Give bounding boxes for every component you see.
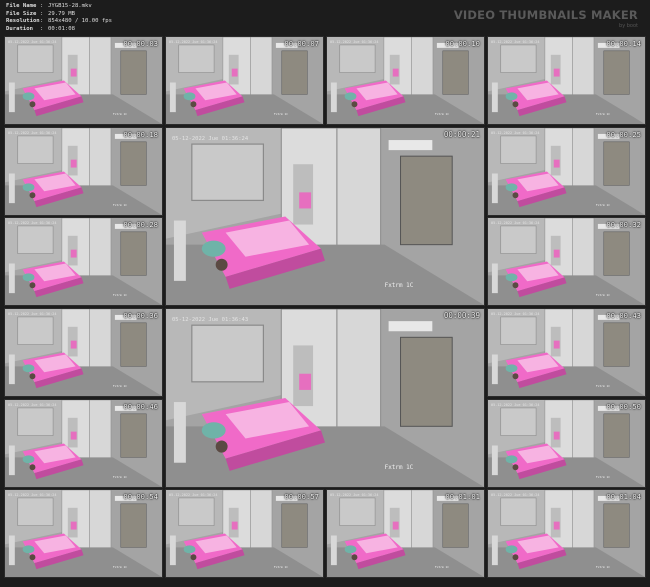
svg-text:Fxtrm 1C: Fxtrm 1C — [596, 112, 610, 116]
thumbnail-timestamp: 00:00:46 — [123, 402, 158, 411]
camera-overlay-time: 05-12-2022 Jue 01:36:24 — [169, 40, 218, 44]
camera-overlay-time: 05-12-2022 Jue 01:36:24 — [491, 40, 540, 44]
thumbnail-timestamp: 00:00:03 — [123, 39, 158, 48]
svg-text:Fxtrm 1C: Fxtrm 1C — [596, 203, 610, 207]
video-thumbnail[interactable]: Fxtrm 1C 05-12-2022 Jue 01:36:24 00:00:21 — [166, 128, 484, 305]
video-thumbnail[interactable]: Fxtrm 1C 05-12-2022 Jue 01:36:24 00:00:43 — [488, 309, 645, 396]
file-info-row: File Name: JYGB15-28.mkv — [6, 3, 92, 9]
camera-overlay-time: 05-12-2022 Jue 01:36:24 — [8, 403, 57, 407]
svg-text:Fxtrm 1C: Fxtrm 1C — [435, 112, 449, 116]
thumbnail-timestamp: 00:00:28 — [123, 220, 158, 229]
thumbnail-timestamp: 00:00:07 — [284, 39, 319, 48]
camera-overlay-time: 05-12-2022 Jue 01:36:24 — [491, 312, 540, 316]
svg-text:Fxtrm 1C: Fxtrm 1C — [113, 203, 127, 207]
thumbnail-timestamp: 00:00:54 — [123, 492, 158, 501]
video-thumbnail[interactable]: Fxtrm 1C 05-12-2022 Jue 01:36:24 00:00:14 — [488, 37, 645, 124]
camera-overlay-time: 05-12-2022 Jue 01:36:24 — [8, 312, 57, 316]
svg-text:Fxtrm 1C: Fxtrm 1C — [274, 112, 288, 116]
file-info-row: Duration:00:01:08 — [6, 25, 75, 32]
video-thumbnail[interactable]: Fxtrm 1C 05-12-2022 Jue 01:36:24 00:01:01 — [327, 490, 484, 577]
svg-text:Fxtrm 1C: Fxtrm 1C — [435, 565, 449, 569]
svg-text:Fxtrm 1C: Fxtrm 1C — [596, 565, 610, 569]
video-thumbnail[interactable]: Fxtrm 1C 05-12-2022 Jue 01:36:24 00:00:28 — [5, 218, 162, 305]
video-thumbnail[interactable]: Fxtrm 1C 05-12-2022 Jue 01:36:24 00:00:18 — [5, 128, 162, 215]
camera-overlay-time: 05-12-2022 Jue 01:36:24 — [8, 493, 57, 497]
svg-text:Fxtrm 1C: Fxtrm 1C — [113, 293, 127, 297]
brand-logo: VIDEO THUMBNAILS MAKER by boot — [454, 8, 638, 29]
thumbnail-timestamp: 00:00:25 — [606, 130, 641, 139]
video-thumbnail[interactable]: Fxtrm 1C 05-12-2022 Jue 01:36:24 00:00:10 — [327, 37, 484, 124]
thumbnail-timestamp: 00:01:04 — [606, 492, 641, 501]
thumbnail-timestamp: 00:00:10 — [445, 39, 480, 48]
svg-text:Fxtrm 1C: Fxtrm 1C — [113, 565, 127, 569]
camera-overlay-time: 05-12-2022 Jue 01:36:24 — [169, 493, 218, 497]
file-info-row: Resolution:854x480 / 10.00 fps — [6, 18, 112, 25]
svg-text:Fxtrm 1C: Fxtrm 1C — [113, 384, 127, 388]
file-info-row: File Size:29.79 MB — [6, 10, 75, 17]
video-thumbnail[interactable]: Fxtrm 1C 05-12-2022 Jue 01:36:24 00:00:57 — [166, 490, 323, 577]
camera-overlay-time: 05-12-2022 Jue 01:36:24 — [491, 221, 540, 225]
brand-subtitle: by boot — [619, 23, 638, 29]
camera-overlay-time: 05-12-2022 Jue 01:36:24 — [8, 40, 57, 44]
thumbnail-timestamp: 00:00:32 — [606, 220, 641, 229]
file-info: File Name: JYGB15-28.mkv File Size:29.79 … — [6, 3, 112, 33]
camera-overlay-time: 05-12-2022 Jue 01:36:43 — [172, 317, 249, 323]
thumbnail-timestamp: 00:00:57 — [284, 492, 319, 501]
video-thumbnail[interactable]: Fxtrm 1C 05-12-2022 Jue 01:36:24 00:00:54 — [5, 490, 162, 577]
thumbnail-timestamp: 00:00:18 — [123, 130, 158, 139]
svg-text:Fxtrm 1C: Fxtrm 1C — [385, 282, 414, 289]
video-thumbnail[interactable]: Fxtrm 1C 05-12-2022 Jue 01:36:24 00:00:46 — [5, 400, 162, 487]
video-thumbnail[interactable]: Fxtrm 1C 05-12-2022 Jue 01:36:43 00:00:39 — [166, 309, 484, 487]
svg-text:Fxtrm 1C: Fxtrm 1C — [596, 293, 610, 297]
svg-text:Fxtrm 1C: Fxtrm 1C — [274, 565, 288, 569]
thumbnail-timestamp: 00:00:43 — [606, 311, 641, 320]
camera-overlay-time: 05-12-2022 Jue 01:36:24 — [491, 403, 540, 407]
svg-text:Fxtrm 1C: Fxtrm 1C — [385, 464, 414, 471]
video-thumbnail[interactable]: Fxtrm 1C 05-12-2022 Jue 01:36:24 00:00:50 — [488, 400, 645, 487]
thumbnail-timestamp: 00:00:39 — [443, 311, 480, 320]
video-thumbnail[interactable]: Fxtrm 1C 05-12-2022 Jue 01:36:24 00:00:07 — [166, 37, 323, 124]
video-thumbnail[interactable]: Fxtrm 1C 05-12-2022 Jue 01:36:24 00:00:25 — [488, 128, 645, 215]
camera-overlay-time: 05-12-2022 Jue 01:36:24 — [491, 493, 540, 497]
video-thumbnail[interactable]: Fxtrm 1C 05-12-2022 Jue 01:36:24 00:01:04 — [488, 490, 645, 577]
svg-text:Fxtrm 1C: Fxtrm 1C — [113, 475, 127, 479]
thumbnail-timestamp: 00:00:14 — [606, 39, 641, 48]
thumbnail-timestamp: 00:01:01 — [445, 492, 480, 501]
camera-overlay-time: 05-12-2022 Jue 01:36:24 — [491, 131, 540, 135]
svg-text:Fxtrm 1C: Fxtrm 1C — [596, 475, 610, 479]
video-thumbnail[interactable]: Fxtrm 1C 05-12-2022 Jue 01:36:24 00:00:36 — [5, 309, 162, 396]
header: File Name: JYGB15-28.mkv File Size:29.79 … — [0, 0, 650, 36]
svg-text:Fxtrm 1C: Fxtrm 1C — [113, 112, 127, 116]
video-thumbnail[interactable]: Fxtrm 1C 05-12-2022 Jue 01:36:24 00:00:03 — [5, 37, 162, 124]
camera-overlay-time: 05-12-2022 Jue 01:36:24 — [330, 40, 379, 44]
video-thumbnail[interactable]: Fxtrm 1C 05-12-2022 Jue 01:36:24 00:00:32 — [488, 218, 645, 305]
camera-overlay-time: 05-12-2022 Jue 01:36:24 — [172, 136, 249, 142]
camera-overlay-time: 05-12-2022 Jue 01:36:24 — [8, 221, 57, 225]
thumbnail-grid: Fxtrm 1C 05-12-2022 Jue 01:36:24 00:00:03 F… — [0, 36, 650, 587]
camera-overlay-time: 05-12-2022 Jue 01:36:24 — [330, 493, 379, 497]
thumbnail-timestamp: 00:00:36 — [123, 311, 158, 320]
svg-text:Fxtrm 1C: Fxtrm 1C — [596, 384, 610, 388]
camera-overlay-time: 05-12-2022 Jue 01:36:24 — [8, 131, 57, 135]
thumbnail-timestamp: 00:00:50 — [606, 402, 641, 411]
brand-title: VIDEO THUMBNAILS MAKER — [453, 8, 638, 22]
thumbnail-timestamp: 00:00:21 — [443, 130, 480, 139]
